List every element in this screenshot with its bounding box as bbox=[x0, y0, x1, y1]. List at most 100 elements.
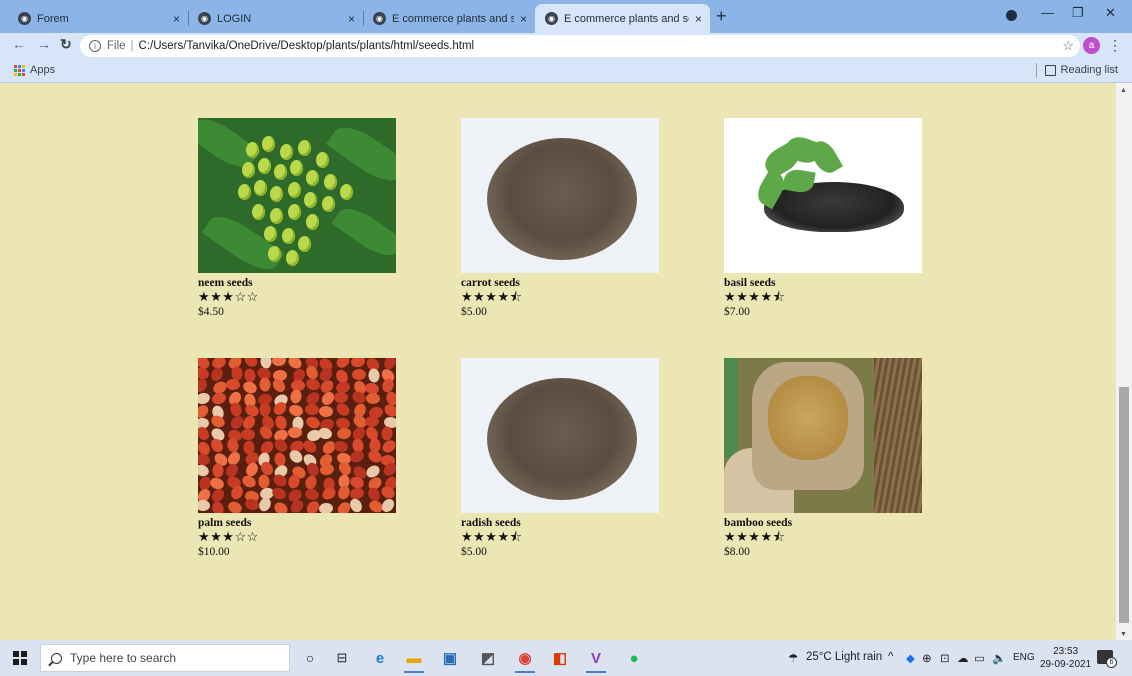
reload-icon[interactable]: ↻ bbox=[60, 36, 72, 53]
edge-icon[interactable]: e bbox=[370, 648, 390, 668]
cortana-icon[interactable]: ○ bbox=[300, 648, 320, 668]
product-image-neem[interactable] bbox=[198, 118, 396, 273]
chevron-up-icon[interactable]: ^ bbox=[888, 651, 893, 663]
reading-list-button[interactable]: Reading list bbox=[1035, 63, 1118, 78]
browser-toolbar: ← → ↻ i File | C:/Users/Tanvika/OneDrive… bbox=[0, 33, 1132, 59]
url-text[interactable]: C:/Users/Tanvika/OneDrive/Desktop/plants… bbox=[139, 40, 475, 52]
palm-seed bbox=[334, 400, 353, 419]
palm-seed bbox=[287, 426, 302, 439]
office-icon[interactable]: ◧ bbox=[550, 648, 570, 668]
product-card-basil[interactable]: basil seeds ★★★★⯪ $7.00 bbox=[724, 118, 922, 319]
product-image-bamboo[interactable] bbox=[724, 358, 922, 513]
reading-list-icon bbox=[1044, 64, 1056, 76]
tab-title: E commerce plants and seeds pl bbox=[564, 12, 689, 25]
close-icon[interactable]: × bbox=[520, 12, 527, 26]
volume-icon[interactable]: 🔈 bbox=[992, 651, 1006, 665]
palm-seed bbox=[318, 405, 334, 418]
minimize-icon[interactable]: — bbox=[1041, 5, 1054, 20]
palm-seed bbox=[198, 500, 210, 512]
palm-seed bbox=[257, 496, 274, 513]
product-card-palm[interactable]: palm seeds ★★★☆☆ $10.00 bbox=[198, 358, 396, 559]
bookmark-star-icon[interactable]: ☆ bbox=[1062, 38, 1074, 54]
palm-seed bbox=[367, 368, 380, 384]
close-icon[interactable]: × bbox=[173, 12, 180, 26]
palm-seed bbox=[271, 358, 287, 367]
palm-seed bbox=[380, 438, 396, 456]
forward-arrow-icon[interactable]: → bbox=[37, 36, 51, 52]
system-clock[interactable]: 23:53 29-09-2021 bbox=[1040, 645, 1091, 671]
palm-seed bbox=[334, 358, 353, 371]
taskbar-search-box[interactable]: Type here to search bbox=[40, 644, 290, 672]
notification-center-icon[interactable]: 6 bbox=[1097, 650, 1117, 668]
palm-seed bbox=[335, 427, 352, 441]
palm-seed bbox=[319, 484, 338, 502]
product-image-palm[interactable] bbox=[198, 358, 396, 513]
profile-avatar[interactable]: a bbox=[1083, 37, 1100, 54]
product-card-neem[interactable]: neem seeds ★★★☆☆ $4.50 bbox=[198, 118, 396, 319]
clock-time: 23:53 bbox=[1053, 646, 1079, 657]
close-icon[interactable]: × bbox=[348, 12, 355, 26]
palm-seed bbox=[287, 448, 305, 466]
back-arrow-icon[interactable]: ← bbox=[12, 36, 26, 52]
palm-seed bbox=[303, 487, 321, 502]
cloud-icon[interactable]: ☁ bbox=[957, 651, 969, 665]
store-icon[interactable]: ▣ bbox=[440, 648, 460, 668]
palm-seed bbox=[198, 390, 212, 406]
product-image-carrot[interactable] bbox=[461, 118, 659, 273]
windows-start-icon[interactable] bbox=[13, 651, 27, 665]
page-scrollbar[interactable]: ▲ ▼ bbox=[1116, 83, 1132, 640]
product-price: $5.00 bbox=[461, 546, 487, 558]
incognito-icon[interactable] bbox=[1006, 10, 1017, 21]
language-indicator[interactable]: ENG bbox=[1013, 652, 1035, 663]
star-rating-icon: ★★★★⯪ bbox=[461, 529, 523, 544]
window-close-icon[interactable]: ✕ bbox=[1105, 5, 1116, 21]
file-scheme-label: File bbox=[107, 40, 126, 52]
tab-ecommerce-active[interactable]: ◉ E commerce plants and seeds pl × bbox=[535, 4, 710, 33]
product-price: $8.00 bbox=[724, 546, 750, 558]
tab-login[interactable]: ◉ LOGIN × bbox=[188, 4, 364, 33]
palm-seed bbox=[333, 439, 350, 454]
palm-seed bbox=[318, 502, 334, 513]
product-card-bamboo[interactable]: bamboo seeds ★★★★⯪ $8.00 bbox=[724, 358, 922, 559]
battery-icon[interactable]: ▭ bbox=[974, 651, 985, 665]
network-globe-icon[interactable]: ⊕ bbox=[922, 651, 932, 665]
vs-code-icon[interactable]: V bbox=[586, 648, 606, 673]
spotify-icon[interactable]: ● bbox=[624, 648, 644, 668]
tab-title: Forem bbox=[37, 12, 69, 25]
file-explorer-icon[interactable]: ▬ bbox=[404, 648, 424, 673]
menu-kebab-icon[interactable]: ⋮ bbox=[1108, 37, 1122, 54]
restore-icon[interactable]: ❐ bbox=[1072, 5, 1084, 21]
scroll-up-arrow-icon[interactable]: ▲ bbox=[1120, 87, 1127, 94]
apps-shortcut[interactable]: Apps bbox=[14, 64, 55, 76]
tray-app-icon[interactable]: ⊡ bbox=[940, 651, 950, 665]
dropbox-icon[interactable]: ◆ bbox=[906, 651, 915, 665]
new-tab-button[interactable]: + bbox=[716, 6, 727, 27]
tab-ecommerce-1[interactable]: ◉ E commerce plants and seeds pl × bbox=[363, 4, 535, 33]
chrome-icon[interactable]: ◉ bbox=[515, 648, 535, 673]
scrollbar-thumb[interactable] bbox=[1119, 387, 1129, 623]
tab-strip: ◉ Forem × ◉ LOGIN × ◉ E commerce plants … bbox=[0, 0, 1132, 33]
palm-seed bbox=[349, 358, 366, 369]
product-price: $4.50 bbox=[198, 306, 224, 318]
tab-forem[interactable]: ◉ Forem × bbox=[8, 4, 189, 33]
bookmarks-bar: Apps Reading list bbox=[0, 59, 1132, 83]
address-divider: | bbox=[130, 40, 134, 52]
product-card-carrot[interactable]: carrot seeds ★★★★⯪ $5.00 bbox=[461, 118, 659, 319]
product-image-radish[interactable] bbox=[461, 358, 659, 513]
palm-seed bbox=[289, 389, 303, 405]
tab-title: E commerce plants and seeds pl bbox=[392, 12, 514, 25]
product-card-radish[interactable]: radish seeds ★★★★⯪ $5.00 bbox=[461, 358, 659, 559]
product-image-basil[interactable] bbox=[724, 118, 922, 273]
scroll-down-arrow-icon[interactable]: ▼ bbox=[1120, 631, 1127, 638]
star-rating-icon: ★★★★⯪ bbox=[724, 289, 786, 304]
apps-label: Apps bbox=[30, 64, 56, 76]
close-icon[interactable]: × bbox=[695, 12, 702, 26]
task-view-icon[interactable]: ⊟ bbox=[332, 648, 352, 668]
address-bar[interactable]: i File | C:/Users/Tanvika/OneDrive/Deskt… bbox=[80, 35, 1080, 57]
snipping-tool-icon[interactable]: ◩ bbox=[478, 648, 498, 668]
weather-text[interactable]: 25°C Light rain bbox=[806, 651, 882, 663]
info-icon[interactable]: i bbox=[89, 40, 101, 52]
globe-icon: ◉ bbox=[198, 12, 211, 25]
weather-icon[interactable]: ☂ bbox=[788, 651, 798, 665]
product-price: $7.00 bbox=[724, 306, 750, 318]
